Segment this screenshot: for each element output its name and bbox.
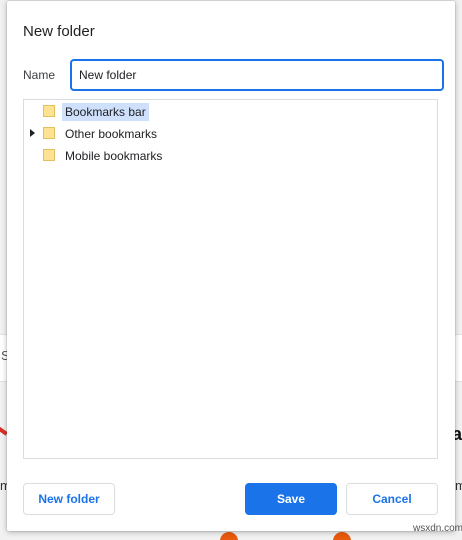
tree-item-mobile-bookmarks[interactable]: Mobile bookmarks	[24, 146, 437, 166]
name-label: Name	[23, 68, 56, 82]
folder-icon	[43, 105, 55, 117]
cancel-button[interactable]: Cancel	[346, 483, 438, 515]
expand-arrow-icon[interactable]	[30, 129, 35, 137]
background-partial-text-right: m	[455, 478, 462, 493]
folder-icon	[43, 127, 55, 139]
new-folder-button[interactable]: New folder	[23, 483, 115, 515]
watermark: wsxdn.com	[413, 523, 462, 534]
folder-name-input[interactable]	[70, 59, 444, 91]
tree-item-label: Mobile bookmarks	[65, 149, 163, 163]
bookmark-folder-tree[interactable]: Bookmarks bar Other bookmarks Mobile boo…	[23, 99, 438, 459]
tree-item-bookmarks-bar[interactable]: Bookmarks bar	[24, 102, 437, 122]
background-orange-icon	[333, 532, 351, 540]
tree-item-label: Other bookmarks	[65, 127, 158, 141]
new-folder-dialog: New folder Name Bookmarks bar Other book…	[7, 1, 455, 531]
tree-item-label: Bookmarks bar	[62, 103, 149, 121]
dialog-title: New folder	[23, 23, 95, 40]
background-orange-icon	[220, 532, 238, 540]
folder-icon	[43, 149, 55, 161]
tree-item-other-bookmarks[interactable]: Other bookmarks	[24, 124, 437, 144]
save-button[interactable]: Save	[245, 483, 337, 515]
